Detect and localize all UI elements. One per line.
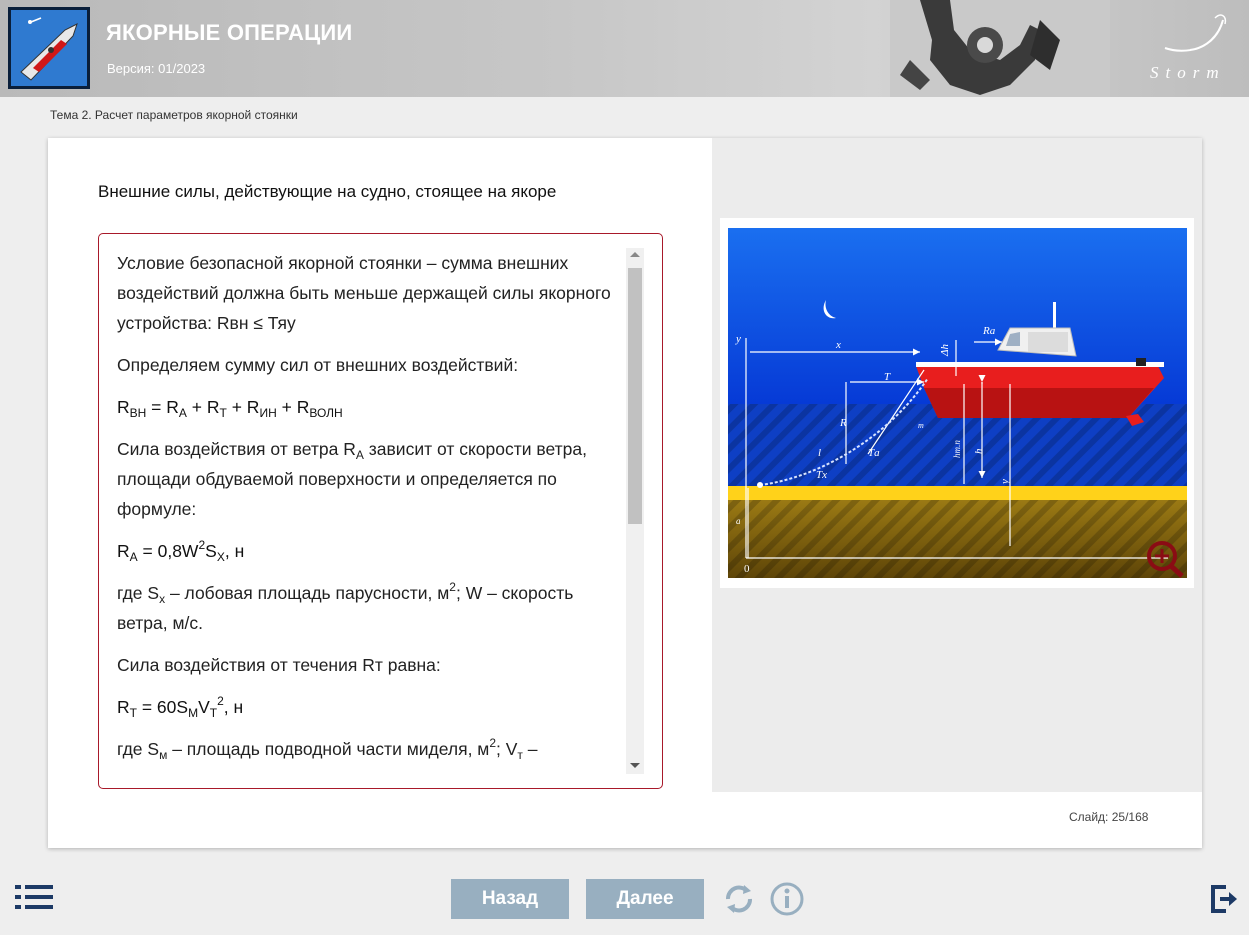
- diagram-label-tx: Tx: [816, 469, 827, 481]
- diagram-label-dh: Δh: [939, 344, 951, 357]
- formula-current-force: RТ = 60SМVТ2, н: [117, 694, 244, 720]
- diagram-label-t: T: [884, 371, 891, 383]
- storm-logo: Storm: [1150, 14, 1227, 82]
- diagram-label-ra: Rа: [982, 325, 996, 337]
- diagram-label-ta: Tа: [868, 447, 880, 459]
- paragraph-current-force: Сила воздействия от течения Rт равна:: [117, 655, 441, 675]
- slide-counter: Слайд: 25/168: [1069, 810, 1149, 824]
- diagram-label-h: h: [973, 448, 985, 454]
- sand-layer: [728, 486, 1187, 500]
- anchoring-diagram[interactable]: y x Rа Δh T R m Tа l Tx hт.п h y a 0: [728, 228, 1187, 578]
- paragraph-sail-area: где Sx – лобовая площадь парусности, м2;…: [117, 580, 574, 633]
- slide-card: Внешние силы, действующие на судно, стоя…: [48, 138, 1202, 848]
- app-version: Версия: 01/2023: [107, 61, 206, 76]
- diagram-label-m: m: [918, 421, 924, 430]
- paragraph-safety-condition: Условие безопасной якорной стоянки – сум…: [117, 253, 611, 333]
- paragraph-wind-force: Сила воздействия от ветра RA зависит от …: [117, 439, 587, 519]
- diagram-frame: y x Rа Δh T R m Tа l Tx hт.п h y a 0: [720, 218, 1194, 588]
- slide-title: Внешние силы, действующие на судно, стоя…: [98, 182, 557, 201]
- diagram-label-r: R: [839, 417, 847, 429]
- formula-wind-force: RA = 0,8W2SX, н: [117, 538, 245, 564]
- next-button[interactable]: Далее: [586, 879, 704, 919]
- paragraph-sum-intro: Определяем сумму сил от внешних воздейст…: [117, 355, 519, 375]
- diagram-label-y: y: [735, 333, 741, 345]
- reload-icon[interactable]: [720, 880, 758, 918]
- content-text: Условие безопасной якорной стоянки – сум…: [117, 248, 617, 768]
- breadcrumb: Тема 2. Расчет параметров якорной стоянк…: [50, 108, 298, 122]
- diagram-label-y2: y: [999, 479, 1011, 485]
- menu-list-icon[interactable]: [15, 883, 53, 911]
- ship-icon: [11, 10, 87, 86]
- scroll-down-arrow-icon[interactable]: [630, 763, 640, 768]
- diagram-label-hm: hт.п: [952, 440, 962, 458]
- anchor-point: [757, 482, 763, 488]
- app-header: ЯКОРНЫЕ ОПЕРАЦИИ Версия: 01/2023 Storm: [0, 0, 1249, 97]
- scroll-thumb[interactable]: [628, 268, 642, 524]
- diagram-label-origin: 0: [744, 563, 750, 575]
- info-icon[interactable]: [769, 881, 805, 917]
- app-title: ЯКОРНЫЕ ОПЕРАЦИИ: [106, 20, 353, 45]
- exit-icon[interactable]: [1210, 884, 1238, 914]
- diagram-label-l: l: [818, 447, 821, 459]
- storm-brand-text: Storm: [1150, 63, 1226, 82]
- anchor-image: [890, 0, 1110, 97]
- diagram-label-x: x: [835, 339, 841, 351]
- diagram-label-a: a: [736, 516, 741, 526]
- formula-total-force: RВН = RА + RТ + RИН + RВОЛН: [117, 397, 343, 420]
- app-logo: [8, 7, 90, 89]
- content-scrollbar[interactable]: [626, 248, 644, 774]
- paragraph-midship-area: где Sм – площадь подводной части миделя,…: [117, 736, 538, 762]
- content-box[interactable]: Условие безопасной якорной стоянки – сум…: [98, 233, 663, 789]
- illustration-panel: y x Rа Δh T R m Tа l Tx hт.п h y a 0: [712, 138, 1202, 792]
- back-button[interactable]: Назад: [451, 879, 569, 919]
- scroll-up-arrow-icon[interactable]: [630, 252, 640, 257]
